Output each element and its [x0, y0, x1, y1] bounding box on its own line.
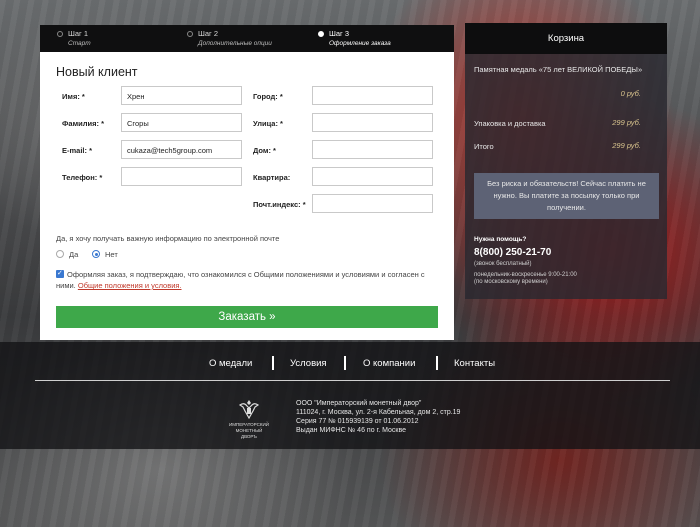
zip-label: Почт.индекс: * — [253, 200, 306, 209]
radio-no[interactable] — [92, 250, 100, 258]
city-field[interactable] — [312, 86, 433, 105]
email-label: E-mail: * — [62, 146, 93, 155]
apartment-field[interactable] — [312, 167, 433, 186]
step-3[interactable]: Шаг 3 Оформление заказа — [317, 29, 391, 47]
support-phone[interactable]: 8(800) 250-21-70 — [474, 247, 551, 258]
total-price: 299 руб. — [612, 141, 641, 150]
working-hours: понедельник-воскресенье 9:00-21:00 — [474, 272, 577, 278]
street-field[interactable] — [312, 113, 433, 132]
footer-separator — [344, 356, 346, 370]
step-subtitle: Старт — [68, 40, 91, 47]
step-dot-icon — [318, 31, 324, 37]
footer-link-about-medal[interactable]: О медали — [209, 358, 252, 369]
logo-caption-2: МОНЕТНЫЙ — [235, 428, 263, 433]
checkout-steps: Шаг 1 Старт Шаг 2 Дополнительные опции Ш… — [40, 25, 454, 52]
footer-link-terms[interactable]: Условия — [290, 358, 327, 369]
apartment-label: Квартира: — [253, 173, 291, 182]
zip-field[interactable] — [312, 194, 433, 213]
phone-field[interactable] — [121, 167, 242, 186]
footer-separator — [436, 356, 438, 370]
house-label: Дом: * — [253, 146, 276, 155]
step-title: Шаг 3 — [329, 29, 350, 38]
site-footer: О медали Условия О компании Контакты ИМП… — [0, 342, 700, 449]
free-call-note: (звонок бесплатный) — [474, 261, 532, 267]
email-field[interactable]: cukaza@tech5group.com — [121, 140, 242, 159]
step-subtitle: Оформление заказа — [329, 40, 391, 47]
no-risk-notice: Без риска и обязательств! Сейчас платить… — [474, 173, 659, 219]
house-field[interactable] — [312, 140, 433, 159]
step-1[interactable]: Шаг 1 Старт — [56, 29, 91, 47]
cart-title: Корзина — [465, 23, 667, 54]
step-dot-icon — [187, 31, 193, 37]
city-label: Город: * — [253, 92, 283, 101]
cart-item-price: 0 руб. — [620, 89, 641, 98]
new-client-form: Новый клиент Имя: * Хрен Фамилия: * Сгор… — [40, 52, 454, 340]
terms-agreement: Оформляя заказ, я подтверждаю, что ознак… — [56, 268, 441, 291]
legal-address: 111024, г. Москва, ул. 2-я Кабельная, до… — [296, 409, 461, 416]
legal-series: Серия 77 № 015939139 от 01.06.2012 — [296, 418, 419, 425]
step-2[interactable]: Шаг 2 Дополнительные опции — [186, 29, 272, 47]
step-dot-icon — [57, 31, 63, 37]
radio-no-label: Нет — [105, 250, 118, 259]
radio-yes-label: Да — [69, 250, 79, 259]
step-subtitle: Дополнительные опции — [198, 40, 272, 47]
legal-info: ООО "Императорский монетный двор" 111024… — [296, 399, 460, 435]
name-label: Имя: * — [62, 92, 85, 101]
footer-divider — [35, 380, 670, 381]
logo-caption-3: ДВОРЪ — [241, 434, 257, 439]
footer-link-contacts[interactable]: Контакты — [454, 358, 495, 369]
legal-issued: Выдан МИФНС № 46 по г. Москве — [296, 427, 407, 434]
timezone-note: (по московскому времени) — [474, 279, 548, 285]
phone-label: Телефон: * — [62, 173, 103, 182]
company-logo: ИМПЕРАТОРСКИЙ МОНЕТНЫЙ ДВОРЪ — [224, 399, 274, 439]
terms-link[interactable]: Общие положения и условия. — [78, 281, 182, 290]
form-title: Новый клиент — [56, 65, 138, 79]
eagle-logo-icon — [238, 400, 260, 420]
order-button[interactable]: Заказать » — [56, 306, 438, 328]
newsletter-question: Да, я хочу получать важную информацию по… — [56, 234, 280, 243]
shipping-price: 299 руб. — [612, 118, 641, 127]
radio-yes[interactable] — [56, 250, 64, 258]
step-title: Шаг 2 — [198, 29, 219, 38]
name-field[interactable]: Хрен — [121, 86, 242, 105]
logo-caption-1: ИМПЕРАТОРСКИЙ — [229, 422, 269, 427]
surname-field[interactable]: Сгоры — [121, 113, 242, 132]
footer-link-about-company[interactable]: О компании — [363, 358, 415, 369]
help-label: Нужна помощь? — [474, 236, 527, 243]
surname-label: Фамилия: * — [62, 119, 104, 128]
cart-panel: Корзина Памятная медаль «75 лет ВЕЛИКОЙ … — [465, 23, 667, 299]
footer-separator — [272, 356, 274, 370]
terms-checkbox[interactable] — [56, 268, 64, 279]
cart-item-name: Памятная медаль «75 лет ВЕЛИКОЙ ПОБЕДЫ» — [474, 65, 643, 74]
street-label: Улица: * — [253, 119, 283, 128]
legal-company: ООО "Императорский монетный двор" — [296, 400, 422, 407]
